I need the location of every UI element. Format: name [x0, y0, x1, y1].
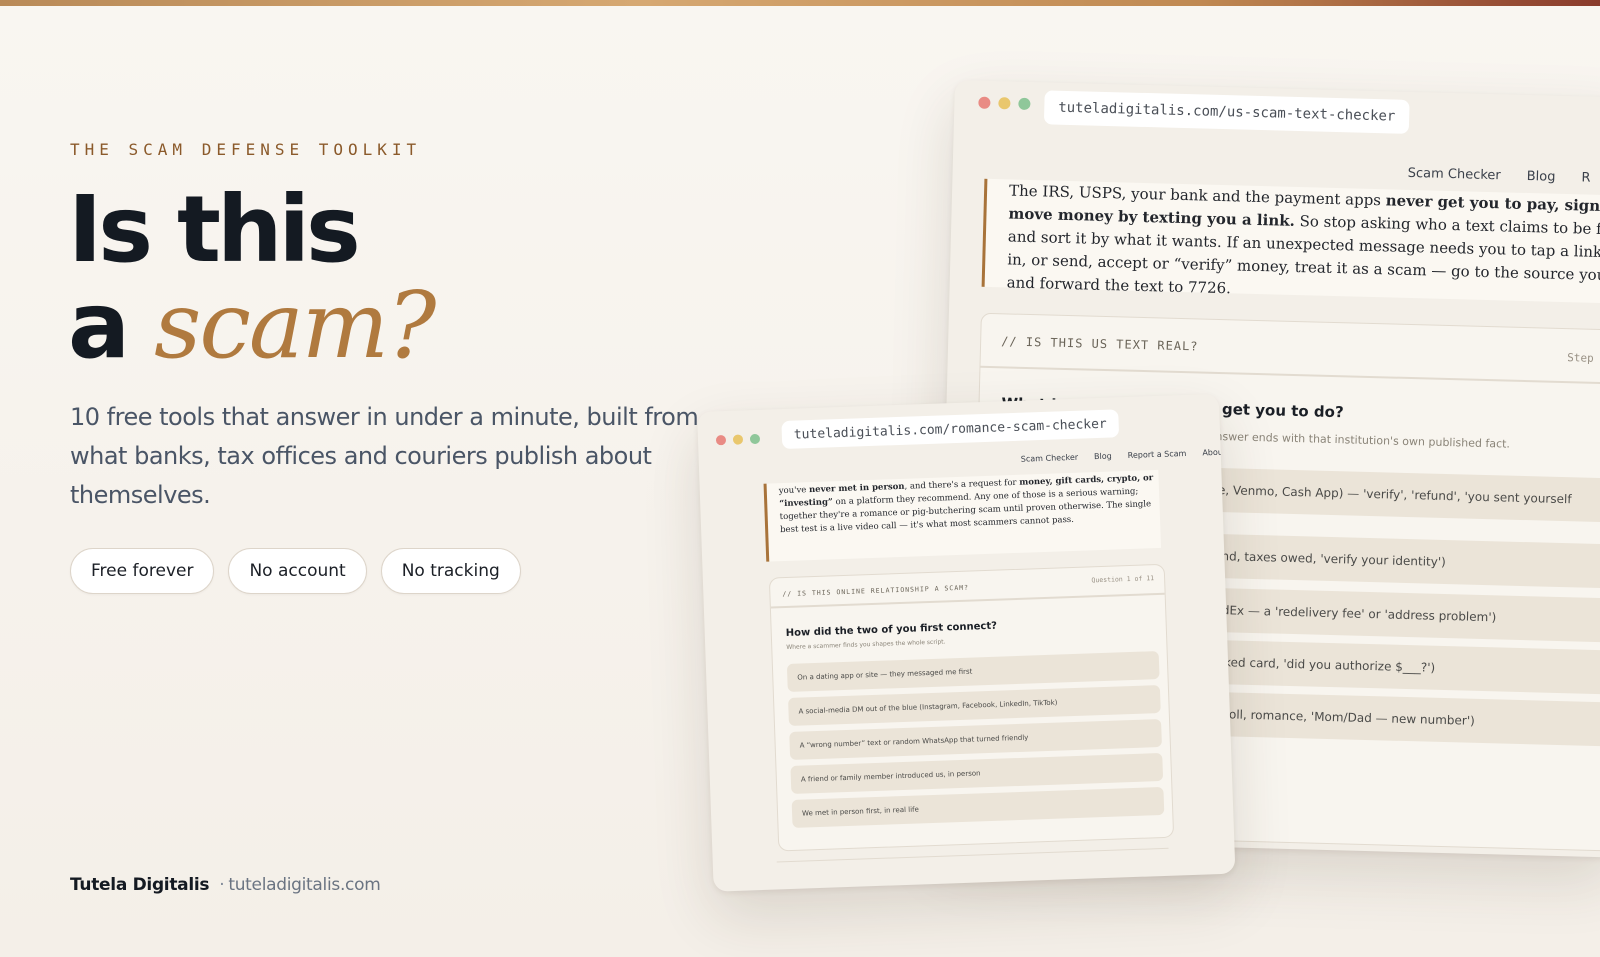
top-accent-bar	[0, 0, 1600, 6]
headline-line-2: a scam?	[68, 272, 436, 379]
page: tuteladigitalis.com/us-scam-text-checker…	[0, 0, 1600, 957]
checker-card-title: // IS THIS US TEXT REAL?	[1000, 334, 1199, 354]
pill-free-forever: Free forever	[70, 548, 215, 594]
question-title: How did the two of you first connect?	[785, 620, 998, 640]
maximize-dot-icon[interactable]	[749, 433, 761, 445]
answer-option[interactable]: We met in person first, in real life	[791, 786, 1165, 828]
maximize-dot-icon[interactable]	[1018, 97, 1031, 110]
nav-blog[interactable]: Blog	[1527, 169, 1556, 185]
headline-accent-word: scam?	[154, 272, 436, 379]
step-indicator: Step 1	[1567, 351, 1600, 365]
question-hint: answer ends with that institution's own …	[1208, 429, 1511, 451]
question-counter: Question 1 of 11	[1091, 574, 1155, 585]
nav-scam-checker[interactable]: Scam Checker	[1021, 453, 1079, 464]
nav-report[interactable]: R	[1581, 170, 1590, 185]
minimize-dot-icon[interactable]	[998, 97, 1011, 110]
checker-card-header: // IS THIS US TEXT REAL? Step 1	[980, 313, 1600, 386]
site-nav: Scam Checker Blog Report a Scam About	[1021, 448, 1226, 464]
window-controls	[715, 433, 761, 446]
close-dot-icon[interactable]	[978, 96, 991, 109]
eyebrow-label: THE SCAM DEFENSE TOOLKIT	[70, 140, 422, 159]
address-bar[interactable]: tuteladigitalis.com/romance-scam-checker	[781, 409, 1120, 450]
hero-subheading: 10 free tools that answer in under a min…	[70, 403, 699, 509]
answer-option[interactable]: FedEx — a 'redelivery fee' or 'address p…	[1203, 587, 1600, 644]
checker-card-title: // IS THIS ONLINE RELATIONSHIP A SCAM?	[782, 583, 970, 599]
answer-option[interactable]: A friend or family member introduced us,…	[790, 752, 1164, 794]
window-controls	[978, 96, 1031, 110]
minimize-dot-icon[interactable]	[732, 434, 744, 445]
key-fact-callout: you've never met in person, and there's …	[763, 469, 1162, 562]
brand-url[interactable]: tuteladigitalis.com	[228, 875, 380, 895]
checker-card: // IS THIS ONLINE RELATIONSHIP A SCAM? Q…	[768, 563, 1175, 852]
nav-report-a-scam[interactable]: Report a Scam	[1128, 449, 1187, 460]
answer-option[interactable]: On a dating app or site — they messaged …	[786, 651, 1160, 693]
answer-option[interactable]: fund, taxes owed, 'verify your identity'…	[1205, 533, 1600, 590]
answer-option[interactable]: lle, Venmo, Cash App) — 'verify', 'refun…	[1206, 467, 1600, 524]
question-hint: Where a scammer finds you shapes the who…	[786, 638, 946, 652]
section-divider	[776, 847, 1169, 863]
nav-blog[interactable]: Blog	[1094, 452, 1112, 462]
footer-brand: Tutela Digitalis · tuteladigitalis.com	[70, 875, 381, 895]
brand-name[interactable]: Tutela Digitalis	[70, 875, 210, 895]
answer-option[interactable]: A social-media DM out of the blue (Insta…	[788, 685, 1161, 726]
key-fact-callout: The IRS, USPS, your bank and the payment…	[981, 178, 1600, 305]
pill-no-account: No account	[228, 548, 367, 594]
answer-option[interactable]: locked card, 'did you authorize $___?')	[1202, 639, 1600, 696]
pill-no-tracking: No tracking	[380, 548, 521, 594]
page-title: Is this a scam?	[68, 176, 436, 379]
headline-line-1: Is this	[68, 176, 361, 283]
browser-window-romance-checker: tuteladigitalis.com/romance-scam-checker…	[697, 393, 1236, 892]
nav-scam-checker[interactable]: Scam Checker	[1408, 166, 1501, 183]
site-nav: Scam Checker Blog R	[1408, 166, 1591, 186]
checker-card-header: // IS THIS ONLINE RELATIONSHIP A SCAM? Q…	[769, 564, 1165, 609]
feature-pills: Free forever No account No tracking	[70, 548, 521, 594]
answer-option[interactable]: A “wrong number” text or random WhatsApp…	[789, 718, 1162, 760]
close-dot-icon[interactable]	[715, 435, 727, 446]
address-bar[interactable]: tuteladigitalis.com/us-scam-text-checker	[1043, 90, 1410, 134]
brand-separator: ·	[219, 875, 225, 895]
answer-option[interactable]: , a toll, romance, 'Mom/Dad — new number…	[1200, 691, 1600, 748]
